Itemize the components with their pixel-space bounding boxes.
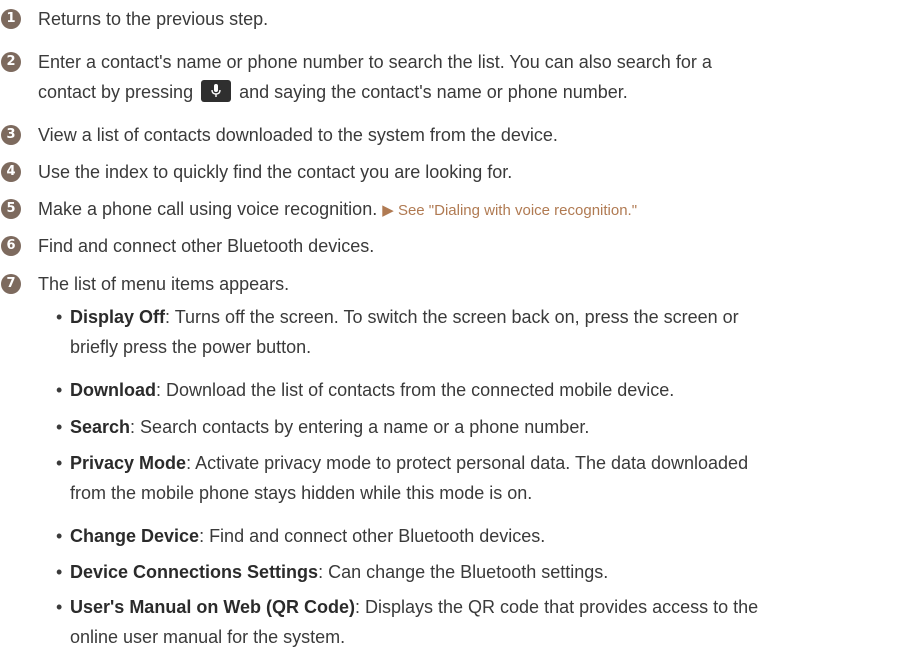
step-number-6: 6 [1, 236, 21, 256]
step-6-text: Find and connect other Bluetooth devices… [38, 236, 375, 256]
step-5-text: Make a phone call using voice recognitio… [38, 194, 915, 226]
menu-item-desc: : Can change the Bluetooth settings. [318, 562, 609, 582]
bullet: • [56, 597, 63, 617]
menu-item-desc: : Download the list of contacts from the… [156, 380, 675, 400]
mic-button [201, 80, 232, 102]
step-7-text: The list of menu items appears. [38, 274, 290, 294]
menu-item-users-manual-web: • User's Manual on Web (QR Code): Displa… [56, 592, 920, 652]
menu-item-desc: : Displays the QR code that provides acc… [354, 597, 759, 617]
bullet: • [56, 307, 63, 327]
cross-reference-link[interactable]: ▶ See "Dialing with voice recognition." [382, 202, 637, 219]
menu-item-desc: : Find and connect other Bluetooth devic… [199, 526, 546, 546]
menu-item-term: Display Off [70, 307, 166, 327]
menu-item-desc: : Search contacts by entering a name or … [130, 417, 590, 437]
step-2-line-2a: contact by pressing [38, 82, 194, 102]
menu-item-change-device: • Change Device: Find and connect other … [56, 521, 920, 551]
menu-item-desc: : Turns off the screen. To switch the sc… [165, 307, 739, 327]
menu-item-desc-cont: from the mobile phone stays hidden while… [70, 483, 533, 503]
step-2-line-2b: and saying the contact's name or phone n… [239, 82, 628, 102]
menu-item-term: Privacy Mode [70, 453, 187, 473]
step-2-line-1: Enter a contact's name or phone number t… [38, 52, 712, 72]
step-number-1: 1 [1, 9, 21, 29]
menu-item-term: Download [70, 380, 156, 400]
menu-item-term: User's Manual on Web (QR Code) [70, 597, 355, 617]
step-1-text: Returns to the previous step. [38, 9, 269, 29]
menu-item-display-off: • Display Off: Turns off the screen. To … [56, 302, 920, 362]
step-2-text: Enter a contact's name or phone number t… [38, 47, 915, 107]
menu-item-desc-cont: briefly press the power button. [70, 337, 312, 357]
bullet: • [56, 380, 63, 400]
step-3-text: View a list of contacts downloaded to th… [38, 125, 558, 145]
manual-page: 1 Returns to the previous step. 2 Enter … [0, 0, 921, 647]
step-5-main-text: Make a phone call using voice recognitio… [38, 199, 378, 219]
step-4-text: Use the index to quickly find the contac… [38, 162, 513, 182]
step-2-line-2: contact by pressing and saying the conta… [38, 77, 915, 107]
bullet: • [56, 417, 63, 437]
step-number-3: 3 [1, 125, 21, 145]
step-number-7: 7 [1, 274, 21, 294]
menu-item-search: • Search: Search contacts by entering a … [56, 412, 920, 442]
menu-item-desc: : Activate privacy mode to protect perso… [186, 453, 749, 473]
menu-item-desc-cont: online user manual for the system. [70, 627, 346, 647]
step-number-4: 4 [1, 162, 21, 182]
menu-item-download: • Download: Download the list of contact… [56, 375, 920, 405]
bullet: • [56, 453, 63, 473]
menu-item-term: Search [70, 417, 131, 437]
bullet: • [56, 562, 63, 582]
bullet: • [56, 526, 63, 546]
menu-item-term: Device Connections Settings [70, 562, 319, 582]
menu-item-privacy-mode: • Privacy Mode: Activate privacy mode to… [56, 448, 920, 508]
microphone-icon [211, 84, 221, 97]
step-number-5: 5 [1, 199, 21, 219]
step-number-2: 2 [1, 52, 21, 72]
step-2: 2 Enter a contact's name or phone number… [0, 47, 915, 107]
menu-item-device-connections-settings: • Device Connections Settings: Can chang… [56, 557, 920, 587]
menu-item-term: Change Device [70, 526, 200, 546]
